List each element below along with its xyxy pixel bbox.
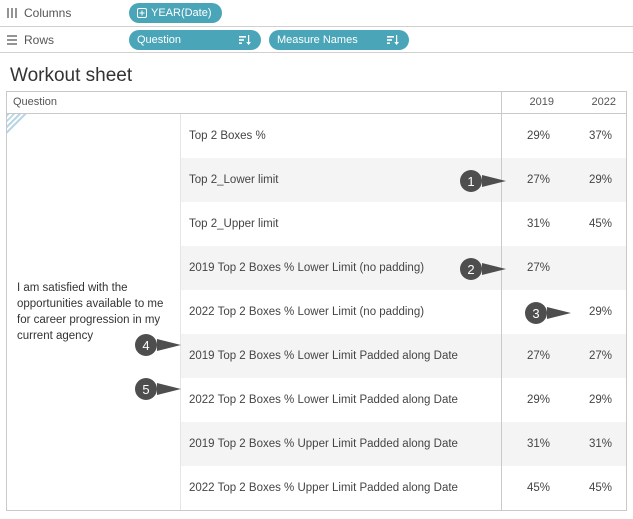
shelves: Columns YEAR(Date) Rows Question Measure…	[0, 0, 633, 53]
cell[interactable]: 31%	[502, 202, 564, 246]
cell[interactable]: 29%	[564, 378, 626, 422]
sheet-title: Workout sheet	[6, 59, 627, 91]
crosstab: Question 2019 2022 I am satisfied with t…	[6, 91, 627, 511]
values-area: 29% 27% 31% 27% 27% 29% 31% 45% 37% 29% …	[502, 114, 626, 510]
measure-label[interactable]: 2019 Top 2 Boxes % Lower Limit (no paddi…	[181, 246, 501, 290]
columns-icon	[6, 7, 18, 19]
cell[interactable]	[564, 246, 626, 290]
columns-shelf-label: Columns	[6, 6, 121, 20]
sort-icon	[239, 35, 251, 45]
measure-label[interactable]: Top 2_Lower limit	[181, 158, 501, 202]
cell[interactable]: 31%	[564, 422, 626, 466]
measures-column: Top 2 Boxes % Top 2_Lower limit Top 2_Up…	[181, 114, 502, 510]
cell[interactable]: 27%	[564, 334, 626, 378]
cell[interactable]: 27%	[502, 246, 564, 290]
cell[interactable]: 29%	[502, 378, 564, 422]
pill-year-date[interactable]: YEAR(Date)	[129, 3, 222, 23]
measure-label[interactable]: Top 2 Boxes %	[181, 114, 501, 158]
pill-label: Measure Names	[277, 34, 358, 46]
year-header-2022[interactable]: 2022	[564, 92, 626, 113]
pill-measure-names[interactable]: Measure Names	[269, 30, 409, 50]
cell[interactable]: 29%	[564, 158, 626, 202]
pill-question[interactable]: Question	[129, 30, 261, 50]
cell[interactable]: 45%	[564, 202, 626, 246]
crosstab-header: Question 2019 2022	[7, 92, 626, 114]
columns-shelf[interactable]: Columns YEAR(Date)	[0, 0, 633, 26]
measure-label[interactable]: 2019 Top 2 Boxes % Upper Limit Padded al…	[181, 422, 501, 466]
measure-label[interactable]: 2019 Top 2 Boxes % Lower Limit Padded al…	[181, 334, 501, 378]
sort-icon	[387, 35, 399, 45]
measure-label[interactable]: Top 2_Upper limit	[181, 202, 501, 246]
cell[interactable]	[502, 290, 564, 334]
cell[interactable]: 37%	[564, 114, 626, 158]
pill-label: Question	[137, 34, 181, 46]
rows-label-text: Rows	[24, 33, 54, 47]
rows-icon	[6, 34, 18, 46]
values-2022: 37% 29% 45% 29% 27% 29% 31% 45%	[564, 114, 626, 510]
row-header-question[interactable]: I am satisfied with the opportunities av…	[7, 114, 181, 510]
year-header-2019[interactable]: 2019	[502, 92, 564, 113]
cell[interactable]: 29%	[502, 114, 564, 158]
values-2019: 29% 27% 31% 27% 27% 29% 31% 45%	[502, 114, 564, 510]
rows-shelf[interactable]: Rows Question Measure Names	[0, 26, 633, 52]
crosstab-body: I am satisfied with the opportunities av…	[7, 114, 626, 510]
measure-label[interactable]: 2022 Top 2 Boxes % Lower Limit (no paddi…	[181, 290, 501, 334]
rows-shelf-label: Rows	[6, 33, 121, 47]
cell[interactable]: 45%	[502, 466, 564, 510]
plus-icon	[137, 8, 147, 18]
pill-label: YEAR(Date)	[151, 7, 212, 19]
corner-indicator-icon	[7, 114, 27, 134]
cell[interactable]: 45%	[564, 466, 626, 510]
columns-label-text: Columns	[24, 6, 71, 20]
measure-label[interactable]: 2022 Top 2 Boxes % Upper Limit Padded al…	[181, 466, 501, 510]
cell[interactable]: 27%	[502, 158, 564, 202]
cell[interactable]: 31%	[502, 422, 564, 466]
question-header[interactable]: Question	[7, 92, 502, 113]
cell[interactable]: 29%	[564, 290, 626, 334]
cell[interactable]: 27%	[502, 334, 564, 378]
row-header-text: I am satisfied with the opportunities av…	[17, 280, 170, 344]
measure-label[interactable]: 2022 Top 2 Boxes % Lower Limit Padded al…	[181, 378, 501, 422]
worksheet-area: Workout sheet Question 2019 2022 I am sa…	[0, 53, 633, 511]
